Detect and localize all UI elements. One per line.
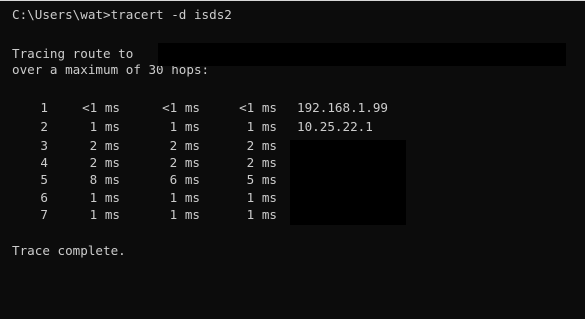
hop-row: 2 1 ms 1 ms 1 ms 10.25.22.1 <box>0 119 585 135</box>
hop-time-3: 1 ms <box>246 119 277 134</box>
hop-time-3: 1 ms <box>246 190 277 205</box>
hop-time-2: <1 ms <box>162 100 200 115</box>
hop-time-3: <1 ms <box>239 100 277 115</box>
hop-time-2: 2 ms <box>169 155 200 170</box>
hop-time-3: 2 ms <box>246 155 277 170</box>
hop-number: 7 <box>40 207 48 222</box>
hop-number: 1 <box>40 100 48 115</box>
hop-time-2: 1 ms <box>169 207 200 222</box>
hop-time-3: 1 ms <box>246 207 277 222</box>
hop-time-1: <1 ms <box>82 100 120 115</box>
hop-number: 2 <box>40 119 48 134</box>
hop-number: 5 <box>40 172 48 187</box>
hop-number: 6 <box>40 190 48 205</box>
hop-time-2: 1 ms <box>169 190 200 205</box>
hop-row: 1 <1 ms <1 ms <1 ms 192.168.1.99 <box>0 100 585 116</box>
redacted-target-host <box>158 43 566 66</box>
hop-time-2: 6 ms <box>169 172 200 187</box>
hop-host: 10.25.22.1 <box>297 119 373 134</box>
hop-time-1: 2 ms <box>89 138 120 153</box>
hop-time-2: 2 ms <box>169 138 200 153</box>
hop-time-1: 1 ms <box>89 119 120 134</box>
redacted-hop-hosts <box>290 140 406 225</box>
hop-host: 192.168.1.99 <box>297 100 388 115</box>
hop-time-2: 1 ms <box>169 119 200 134</box>
hop-number: 3 <box>40 138 48 153</box>
hop-time-1: 8 ms <box>89 172 120 187</box>
hop-time-1: 1 ms <box>89 190 120 205</box>
command-prompt-line: C:\Users\wat>tracert -d isds2 <box>12 7 232 22</box>
hop-time-3: 5 ms <box>246 172 277 187</box>
hop-time-1: 1 ms <box>89 207 120 222</box>
tracing-route-text: Tracing route to <box>12 46 134 61</box>
hop-number: 4 <box>40 155 48 170</box>
trace-complete-text: Trace complete. <box>12 243 126 258</box>
console-window[interactable]: C:\Users\wat>tracert -d isds2 Tracing ro… <box>0 0 585 261</box>
hop-time-3: 2 ms <box>246 138 277 153</box>
hop-time-1: 2 ms <box>89 155 120 170</box>
